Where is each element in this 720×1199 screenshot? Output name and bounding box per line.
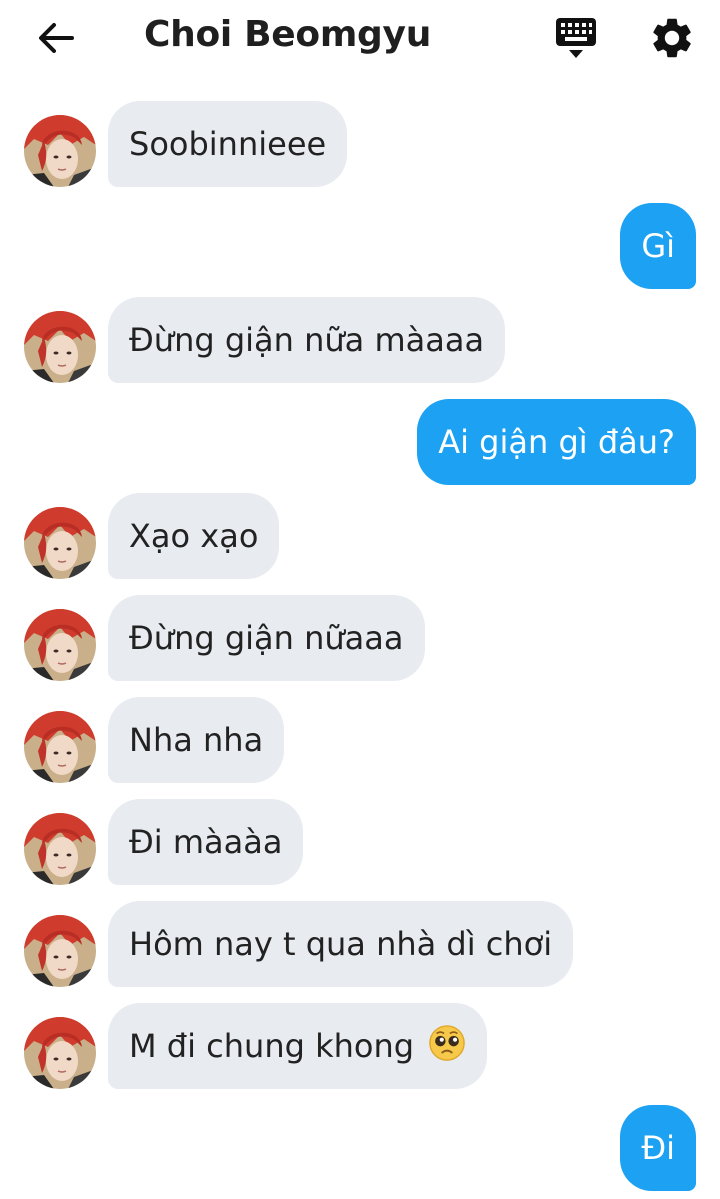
contact-avatar[interactable] [24, 115, 96, 187]
contact-avatar[interactable] [24, 711, 96, 783]
message-bubble-incoming[interactable]: Soobinnieee [108, 101, 348, 187]
contact-avatar[interactable] [24, 609, 96, 681]
message-bubble-outgoing[interactable]: Đi [620, 1105, 696, 1191]
contact-avatar[interactable] [24, 1017, 96, 1089]
message-bubble-incoming[interactable]: Đừng giận nữa màaaa [108, 297, 506, 383]
back-arrow-icon [39, 23, 74, 53]
keyboard-icon [556, 18, 596, 58]
message-bubble-incoming[interactable]: Nha nha [108, 697, 285, 783]
settings-button[interactable] [648, 14, 696, 62]
message-bubble-incoming[interactable]: Xạo xạo [108, 493, 280, 579]
message-bubble-incoming[interactable]: Đừng giận nữaaa [108, 595, 425, 681]
contact-avatar[interactable] [24, 507, 96, 579]
message-bubble-incoming[interactable]: Hôm nay t qua nhà dì chơi [108, 901, 574, 987]
settings-icon [653, 18, 691, 58]
contact-avatar[interactable] [24, 311, 96, 383]
message-bubble-outgoing[interactable]: Ai giận gì đâu? [417, 399, 696, 485]
keyboard-button[interactable] [554, 16, 598, 60]
pleading-face-emoji [429, 1025, 466, 1061]
contact-avatar[interactable] [24, 915, 96, 987]
message-bubble-incoming[interactable]: M đi chung khong [108, 1003, 488, 1089]
contact-name: Choi Beomgyu [144, 14, 432, 55]
chat-header: Choi Beomgyu [0, 0, 720, 78]
back-button[interactable] [32, 16, 80, 60]
message-text: M đi chung khong [129, 1027, 415, 1065]
message-bubble-outgoing[interactable]: Gì [620, 203, 696, 289]
message-bubble-incoming[interactable]: Đi màaàa [108, 799, 304, 885]
contact-avatar[interactable] [24, 813, 96, 885]
